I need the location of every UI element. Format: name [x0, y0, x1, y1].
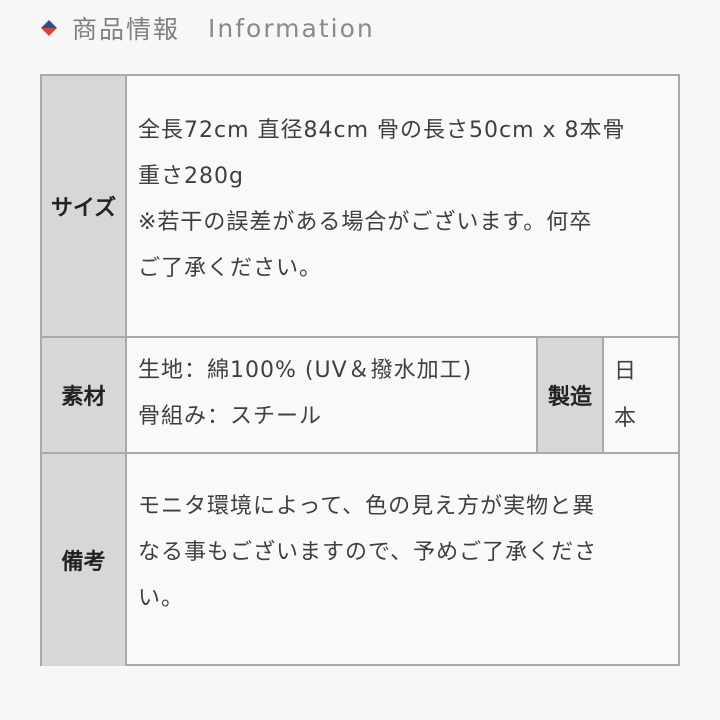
origin-char: 日	[614, 359, 638, 384]
notes-line: モニタ環境によって、色の見え方が実物と異	[138, 494, 596, 519]
size-line: ご了承ください。	[138, 256, 323, 281]
size-value: 全長72cm 直径84cm 骨の長さ50cm x 8本骨 重さ280g ※若干の…	[127, 76, 678, 336]
size-line: 全長72cm 直径84cm 骨の長さ50cm x 8本骨	[138, 118, 626, 143]
material-row: 素材 生地：綿100% (UV＆撥水加工) 骨組み：スチール 製造 日 本	[42, 338, 678, 454]
origin-char: 本	[614, 406, 638, 431]
material-label: 素材	[42, 338, 127, 452]
notes-value: モニタ環境によって、色の見え方が実物と異 なる事もございますので、予めご了承くだ…	[127, 454, 678, 666]
size-row: サイズ 全長72cm 直径84cm 骨の長さ50cm x 8本骨 重さ280g …	[42, 76, 678, 338]
spec-table: サイズ 全長72cm 直径84cm 骨の長さ50cm x 8本骨 重さ280g …	[40, 74, 680, 666]
material-line: 生地：綿100% (UV＆撥水加工)	[138, 358, 473, 383]
size-label: サイズ	[42, 76, 127, 336]
section-title-jp: 商品情報	[72, 15, 181, 44]
size-line: 重さ280g	[138, 164, 244, 189]
origin-value: 日 本	[604, 338, 678, 452]
notes-label: 備考	[42, 454, 127, 666]
material-line: 骨組み：スチール	[138, 404, 323, 429]
notes-line: い。	[138, 586, 185, 611]
section-title-en: Information	[208, 13, 375, 43]
notes-line: なる事もございますので、予めご了承くださ	[138, 540, 598, 565]
notes-row: 備考 モニタ環境によって、色の見え方が実物と異 なる事もございますので、予めご了…	[42, 454, 678, 666]
size-line: ※若干の誤差がある場合がございます。何卒	[138, 210, 593, 235]
material-value: 生地：綿100% (UV＆撥水加工) 骨組み：スチール	[127, 338, 536, 452]
diamond-bullet-icon	[41, 20, 57, 36]
origin-label: 製造	[536, 338, 604, 452]
product-info-page: 商品情報 Information サイズ 全長72cm 直径84cm 骨の長さ5…	[0, 0, 720, 720]
section-header: 商品情報 Information	[38, 8, 375, 48]
